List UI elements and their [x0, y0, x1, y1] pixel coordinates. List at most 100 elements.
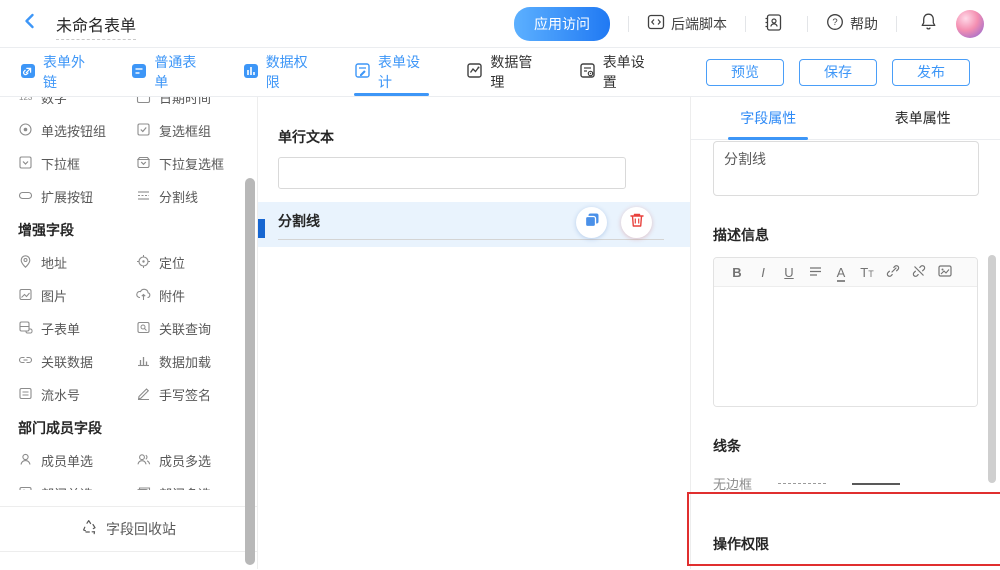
field-type-member-single[interactable]: 成员单选: [18, 444, 136, 477]
line-option-none[interactable]: 无边框: [713, 474, 752, 493]
copy-field-button[interactable]: [576, 207, 607, 238]
field-type-member-multi[interactable]: 成员多选: [136, 444, 246, 477]
document-icon: [131, 63, 154, 82]
field-type-dropdown[interactable]: 下拉框: [18, 147, 136, 180]
nav-item-form-settings[interactable]: 表单设置: [579, 48, 658, 96]
canvas-field-text[interactable]: 单行文本: [258, 127, 690, 189]
publish-button[interactable]: 发布: [892, 59, 970, 86]
help-button[interactable]: ? 帮助: [826, 13, 878, 34]
preview-button[interactable]: 预览: [706, 59, 784, 86]
extend-button-icon: [18, 188, 41, 206]
nav-item-external-link[interactable]: 表单外链: [20, 48, 98, 96]
field-type-serial-number[interactable]: 流水号: [18, 378, 136, 411]
serial-number-icon: [18, 386, 41, 404]
description-editor: B I U A TT: [713, 257, 978, 407]
contacts-button[interactable]: [764, 13, 789, 35]
notifications-button[interactable]: [919, 12, 938, 36]
field-type-data-load[interactable]: 数据加载: [136, 345, 246, 378]
field-type-extend-button[interactable]: 扩展按钮: [18, 180, 136, 213]
field-type-dept-multi[interactable]: 部门多选: [136, 477, 246, 490]
section-header-dept-member-fields: 部门成员字段: [18, 411, 257, 444]
backend-script-label: 后端脚本: [671, 14, 727, 34]
field-list: 123 数字 日期时间 单选按钮组 复选框组: [0, 97, 257, 490]
sidebar-scrollbar[interactable]: [245, 178, 255, 565]
data-manage-icon: [466, 62, 490, 82]
field-library-sidebar: 123 数字 日期时间 单选按钮组 复选框组: [0, 97, 258, 569]
field-type-image[interactable]: 图片: [18, 279, 136, 312]
underline-icon[interactable]: U: [776, 265, 802, 280]
field-label: 单行文本: [278, 127, 690, 147]
field-type-radio-group[interactable]: 单选按钮组: [18, 114, 136, 147]
canvas-field-divider-selected[interactable]: 分割线: [258, 202, 690, 247]
field-type-datetime[interactable]: 日期时间: [136, 97, 246, 114]
field-type-checkbox-group[interactable]: 复选框组: [136, 114, 246, 147]
unlink-icon[interactable]: [906, 264, 932, 281]
line-option-solid[interactable]: [852, 483, 900, 485]
back-button[interactable]: [18, 12, 42, 36]
field-type-multi-dropdown[interactable]: 下拉复选框: [136, 147, 246, 180]
attachment-icon: [136, 287, 159, 305]
delete-field-button[interactable]: [621, 207, 652, 238]
nav-item-data-manage[interactable]: 数据管理: [466, 48, 545, 96]
tab-form-properties[interactable]: 表单属性: [846, 97, 1000, 139]
dropdown-icon: [18, 155, 41, 173]
field-type-divider[interactable]: 分割线: [136, 180, 246, 213]
italic-icon[interactable]: I: [750, 265, 776, 280]
properties-panel: 字段属性 表单属性 分割线 描述信息 B I U A TT: [690, 97, 1000, 569]
form-settings-icon: [579, 62, 603, 82]
nav-label: 普通表单: [154, 52, 209, 92]
panel-scrollbar[interactable]: [988, 255, 996, 483]
tab-field-properties[interactable]: 字段属性: [691, 97, 846, 139]
divider: [896, 16, 897, 32]
top-bar: 未命名表单 应用访问 后端脚本 ? 帮助: [0, 0, 1000, 48]
panel-tab-bar: 字段属性 表单属性: [691, 97, 1000, 140]
insert-image-icon[interactable]: [932, 264, 958, 281]
field-type-linked-query[interactable]: 关联查询: [136, 312, 246, 345]
image-field-icon: [18, 287, 41, 305]
number-icon: 123: [18, 97, 41, 107]
nav-label: 表单设计: [378, 52, 433, 92]
link-icon[interactable]: [880, 264, 906, 281]
field-title-input[interactable]: 分割线: [713, 141, 979, 196]
divider: [745, 16, 746, 32]
selection-marker: [258, 219, 265, 238]
help-label: 帮助: [850, 14, 878, 34]
bold-icon[interactable]: B: [724, 265, 750, 280]
address-book-icon: [764, 13, 789, 35]
form-title[interactable]: 未命名表单: [56, 18, 136, 40]
line-style-options: 无边框: [713, 474, 978, 493]
field-type-subform[interactable]: 子表单: [18, 312, 136, 345]
signature-icon: [136, 386, 159, 404]
trash-icon: [629, 212, 645, 233]
field-type-dept-single[interactable]: 部门单选: [18, 477, 136, 490]
form-canvas: 单行文本 分割线: [258, 97, 690, 569]
field-type-address[interactable]: 地址: [18, 246, 136, 279]
app-access-button[interactable]: 应用访问: [514, 7, 610, 41]
bar-chart-icon: [243, 63, 266, 82]
field-recycle-bin[interactable]: 字段回收站: [0, 506, 257, 552]
form-design-icon: [354, 62, 378, 82]
save-button[interactable]: 保存: [799, 59, 877, 86]
line-option-dashed[interactable]: [778, 483, 826, 484]
description-editor-content[interactable]: [714, 287, 977, 406]
field-type-location[interactable]: 定位: [136, 246, 246, 279]
nav-item-normal-form[interactable]: 普通表单: [131, 48, 209, 96]
form-nav-bar: 表单外链 普通表单 数据权限 表单设计 数据管理: [0, 48, 1000, 97]
form-designer-page: 未命名表单 应用访问 后端脚本 ? 帮助: [0, 0, 1000, 570]
field-type-signature[interactable]: 手写签名: [136, 378, 246, 411]
backend-script-button[interactable]: 后端脚本: [647, 13, 727, 34]
nav-item-data-permission[interactable]: 数据权限: [243, 48, 321, 96]
copy-icon: [584, 212, 600, 233]
single-line-text-input[interactable]: [278, 157, 626, 189]
field-type-linked-data[interactable]: 关联数据: [18, 345, 136, 378]
address-icon: [18, 254, 41, 272]
field-type-number[interactable]: 123 数字: [18, 97, 136, 114]
user-avatar[interactable]: [956, 10, 984, 38]
nav-item-form-design[interactable]: 表单设计: [354, 48, 433, 96]
font-color-icon[interactable]: A: [828, 265, 854, 280]
divider: [628, 16, 629, 32]
field-type-attachment[interactable]: 附件: [136, 279, 246, 312]
multi-dropdown-icon: [136, 155, 159, 173]
align-icon[interactable]: [802, 265, 828, 280]
font-size-icon[interactable]: TT: [854, 265, 880, 280]
